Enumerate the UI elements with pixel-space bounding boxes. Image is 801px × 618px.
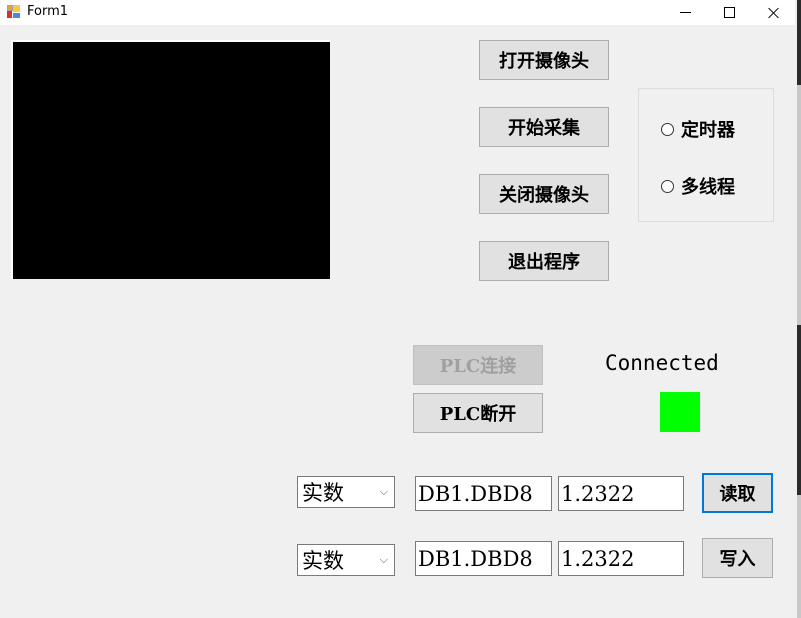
- connection-status-indicator: [660, 392, 700, 432]
- close-icon: [768, 7, 780, 19]
- start-capture-button[interactable]: 开始采集: [479, 107, 609, 147]
- plc-connect-button[interactable]: PLC连接: [413, 345, 543, 385]
- title-bar: Form1: [0, 0, 795, 25]
- maximize-icon: [723, 7, 735, 18]
- value-input-write[interactable]: 1.2322: [558, 541, 684, 576]
- chevron-down-icon[interactable]: ⌵: [380, 553, 388, 567]
- data-type-select-write[interactable]: 实数 ⌵: [297, 544, 395, 576]
- address-input-read[interactable]: DB1.DBD8: [415, 476, 552, 511]
- radio-timer[interactable]: 定时器: [661, 116, 735, 142]
- mode-groupbox: 定时器 多线程: [638, 88, 774, 222]
- open-camera-button[interactable]: 打开摄像头: [479, 40, 609, 80]
- radio-multithread[interactable]: 多线程: [661, 173, 735, 199]
- minimize-icon: [679, 12, 691, 13]
- address-input-write[interactable]: DB1.DBD8: [415, 541, 552, 576]
- value-input-read[interactable]: 1.2322: [558, 476, 684, 511]
- minimize-button[interactable]: [662, 0, 708, 25]
- radio-circle-icon[interactable]: [661, 122, 674, 136]
- connection-status-label: Connected: [605, 351, 719, 375]
- exit-program-button[interactable]: 退出程序: [479, 241, 609, 281]
- camera-preview: [11, 40, 330, 279]
- radio-circle-icon[interactable]: [661, 179, 674, 193]
- data-type-select-read[interactable]: 实数 ⌵: [297, 476, 395, 508]
- maximize-button[interactable]: [706, 0, 752, 25]
- write-button[interactable]: 写入: [702, 538, 773, 578]
- background-window-edge: [797, 0, 801, 618]
- read-button[interactable]: 读取: [702, 473, 773, 513]
- chevron-down-icon[interactable]: ⌵: [380, 485, 388, 499]
- radio-label: 多线程: [681, 177, 735, 198]
- window-title: Form1: [27, 4, 69, 19]
- close-camera-button[interactable]: 关闭摄像头: [479, 174, 609, 214]
- close-window-button[interactable]: [751, 0, 797, 25]
- select-value: 实数: [302, 549, 344, 573]
- select-value: 实数: [302, 481, 344, 505]
- app-icon: [7, 5, 21, 19]
- plc-disconnect-button[interactable]: PLC断开: [413, 393, 543, 433]
- radio-label: 定时器: [681, 120, 735, 141]
